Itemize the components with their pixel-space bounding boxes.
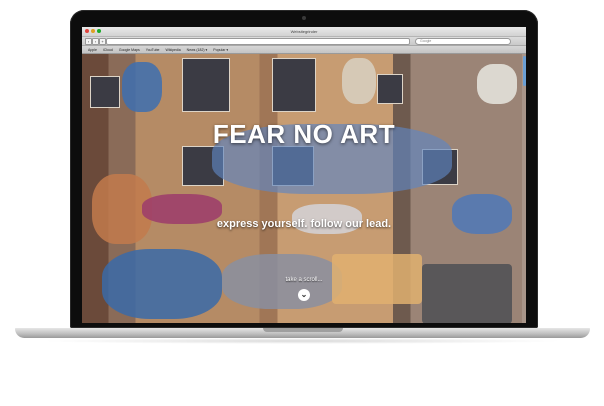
laptop-lid: Websitegrinder ‹ › + Google Apple iCloud… — [70, 10, 538, 328]
bookmark-news[interactable]: News (182) ▾ — [187, 48, 208, 52]
screen: Websitegrinder ‹ › + Google Apple iCloud… — [82, 27, 526, 323]
bookmark-wikipedia[interactable]: Wikipedia — [165, 48, 180, 52]
minimize-window-button[interactable] — [91, 29, 95, 33]
browser-toolbar: ‹ › + Google — [82, 37, 526, 46]
scroll-label: take a scroll... — [285, 277, 323, 283]
window-title: Websitegrinder — [290, 29, 318, 34]
laptop-base — [15, 328, 590, 338]
scrollbar-thumb[interactable] — [522, 56, 526, 86]
search-placeholder: Google — [420, 39, 432, 43]
camera-icon — [302, 16, 306, 20]
browser-titlebar: Websitegrinder — [82, 27, 526, 37]
close-window-button[interactable] — [85, 29, 89, 33]
bookmark-google-maps[interactable]: Google Maps — [119, 48, 140, 52]
bookmark-apple[interactable]: Apple — [88, 48, 97, 52]
laptop-notch — [262, 328, 343, 332]
back-button[interactable]: ‹ — [85, 38, 92, 45]
scroll-down-button[interactable]: ⌄ — [298, 289, 310, 301]
zoom-window-button[interactable] — [97, 29, 101, 33]
forward-button[interactable]: › — [92, 38, 99, 45]
share-button[interactable]: + — [99, 38, 106, 45]
bookmark-youtube[interactable]: YouTube — [146, 48, 160, 52]
window-controls — [85, 29, 101, 33]
search-field[interactable]: Google — [415, 38, 511, 45]
bookmark-icloud[interactable]: iCloud — [103, 48, 113, 52]
page-scrollbar[interactable] — [522, 54, 526, 323]
hero-headline: FEAR NO ART — [212, 119, 396, 149]
hero-tagline: express yourself. follow our lead. — [216, 218, 392, 230]
bookmark-popular[interactable]: Popular ▾ — [213, 48, 228, 52]
hero-section: FEAR NO ART express yourself. follow our… — [82, 54, 526, 323]
address-bar[interactable] — [106, 38, 410, 45]
chevron-down-icon: ⌄ — [300, 290, 308, 299]
laptop-shadow — [40, 338, 564, 344]
bookmarks-bar: Apple iCloud Google Maps YouTube Wikiped… — [82, 46, 526, 54]
